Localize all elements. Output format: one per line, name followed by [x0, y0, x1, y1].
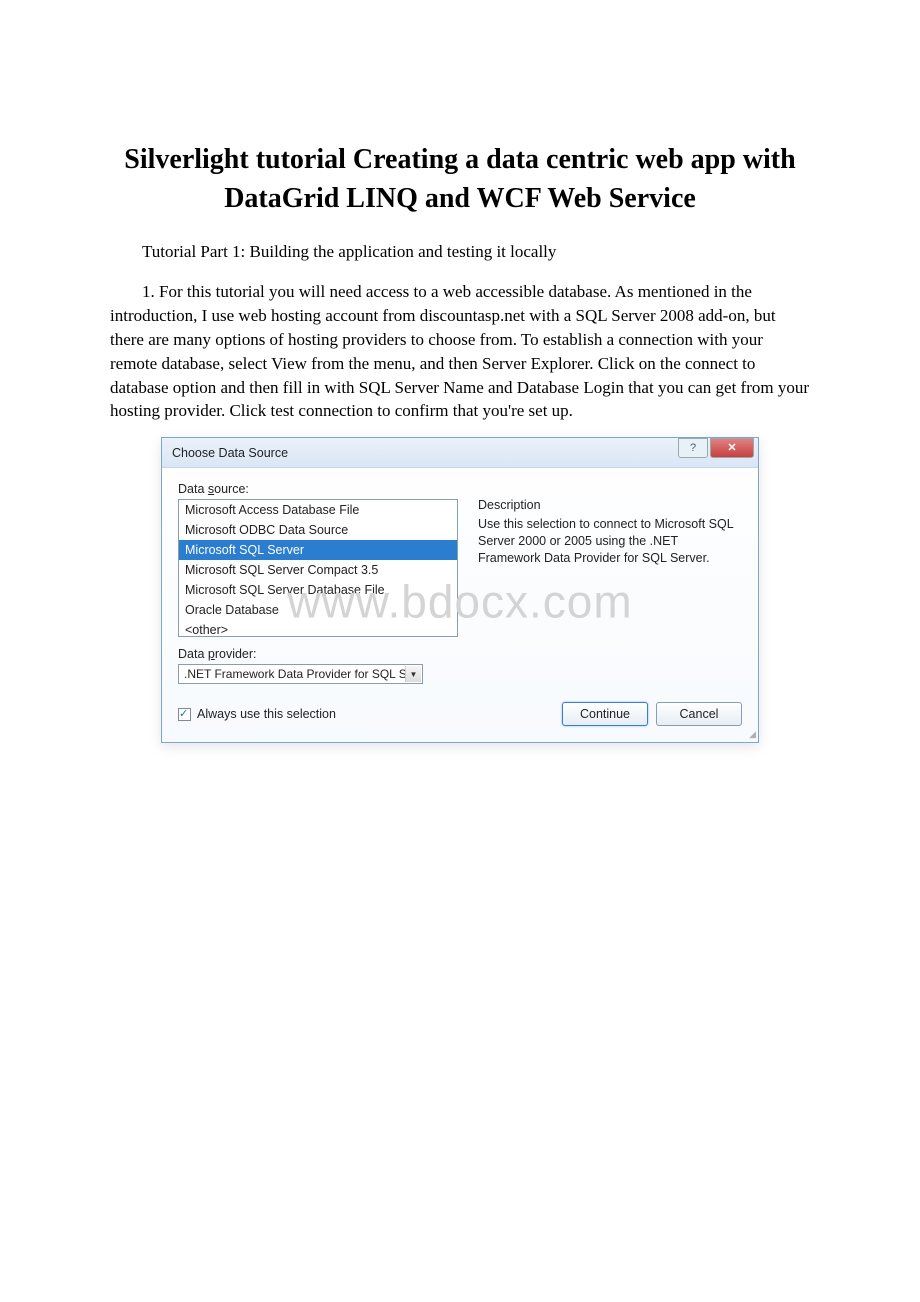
right-column: Description Use this selection to connec… — [478, 482, 742, 567]
continue-button[interactable]: Continue — [562, 702, 648, 726]
page-title: Silverlight tutorial Creating a data cen… — [110, 140, 810, 218]
checkmark-icon: ✓ — [179, 707, 188, 720]
description-text: Use this selection to connect to Microso… — [478, 516, 742, 567]
description-heading: Description — [478, 498, 742, 512]
data-source-listbox[interactable]: Microsoft Access Database File Microsoft… — [178, 499, 458, 637]
cancel-button[interactable]: Cancel — [656, 702, 742, 726]
titlebar-buttons: ? ✕ — [676, 438, 754, 458]
button-area: Continue Cancel — [562, 702, 742, 726]
paragraph-1: 1. For this tutorial you will need acces… — [110, 280, 810, 423]
list-item-selected[interactable]: Microsoft SQL Server — [179, 540, 457, 560]
always-use-checkbox-row[interactable]: ✓ Always use this selection — [178, 707, 336, 721]
list-item[interactable]: Microsoft SQL Server Database File — [179, 580, 457, 600]
label-underline: u — [240, 707, 247, 721]
list-item[interactable]: Microsoft Access Database File — [179, 500, 457, 520]
choose-data-source-dialog: Choose Data Source ? ✕ www.bdocx.com Dat… — [161, 437, 759, 743]
list-item[interactable]: Microsoft SQL Server Compact 3.5 — [179, 560, 457, 580]
always-use-checkbox[interactable]: ✓ — [178, 708, 191, 721]
dialog-title: Choose Data Source — [172, 446, 288, 460]
label-underline: p — [208, 647, 215, 661]
data-provider-section: Data provider: .NET Framework Data Provi… — [178, 647, 458, 684]
label-part: Data — [178, 647, 208, 661]
data-provider-label: Data provider: — [178, 647, 458, 661]
label-part: ource: — [214, 482, 249, 496]
subtitle-text: Tutorial Part 1: Building the applicatio… — [142, 242, 810, 262]
dialog-titlebar: Choose Data Source ? ✕ — [162, 438, 758, 468]
close-button[interactable]: ✕ — [710, 438, 754, 458]
always-use-label: Always use this selection — [197, 707, 336, 721]
data-source-label: Data source: — [178, 482, 458, 496]
chevron-down-icon[interactable]: ▼ — [405, 666, 421, 682]
label-part: Always — [197, 707, 240, 721]
label-part: se this selection — [247, 707, 336, 721]
label-part: Data — [178, 482, 208, 496]
resize-grip-icon[interactable]: ◢ — [749, 729, 756, 740]
left-column: Data source: Microsoft Access Database F… — [178, 482, 458, 684]
dialog-body: www.bdocx.com Data source: Microsoft Acc… — [162, 468, 758, 692]
help-button[interactable]: ? — [678, 438, 708, 458]
combobox-value: .NET Framework Data Provider for SQL S — [184, 667, 407, 681]
dialog-footer: ✓ Always use this selection Continue Can… — [162, 692, 758, 742]
label-part: rovider: — [215, 647, 257, 661]
data-provider-combobox[interactable]: .NET Framework Data Provider for SQL S ▼ — [178, 664, 423, 684]
list-item[interactable]: Microsoft ODBC Data Source — [179, 520, 457, 540]
list-item[interactable]: <other> — [179, 620, 457, 637]
list-item[interactable]: Oracle Database — [179, 600, 457, 620]
